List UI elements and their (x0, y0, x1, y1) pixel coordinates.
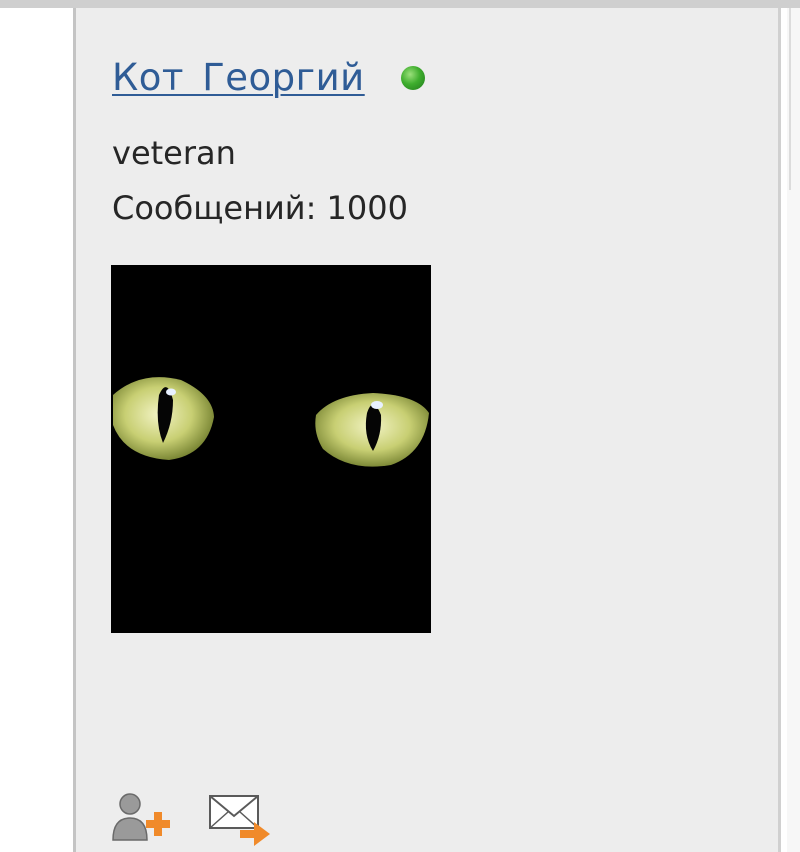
post-count: Сообщений: 1000 (112, 189, 408, 227)
username-link[interactable]: Кот Георгий (112, 56, 365, 99)
send-message-button[interactable] (208, 790, 278, 846)
user-actions (110, 790, 306, 846)
send-message-icon (209, 795, 270, 846)
avatar (111, 265, 431, 633)
add-friend-icon (112, 793, 170, 841)
add-friend-button[interactable] (110, 790, 180, 846)
user-rank: veteran (112, 134, 236, 172)
username-row: Кот Георгий (112, 56, 425, 99)
page: Кот Георгий veteran Сообщений: 1000 (0, 0, 800, 852)
adjacent-column-border (789, 8, 791, 190)
top-divider (0, 0, 800, 8)
cat-eyes-avatar-image (111, 265, 431, 633)
online-status-icon (400, 65, 425, 90)
